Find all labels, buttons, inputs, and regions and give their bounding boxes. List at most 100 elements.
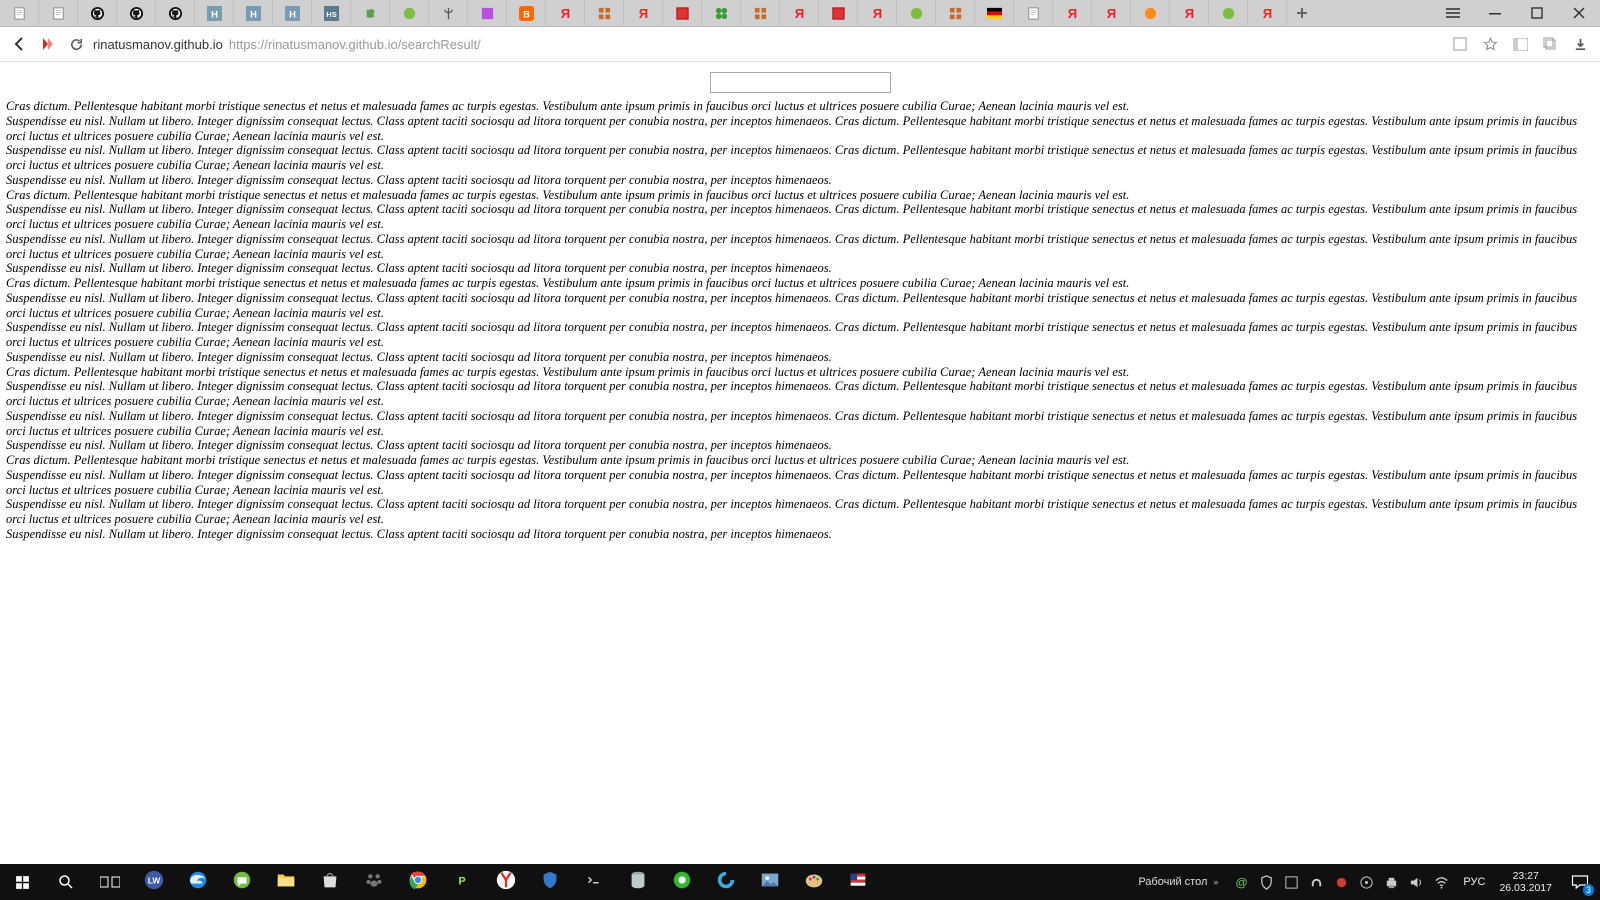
taskbar-app-files[interactable] — [264, 864, 308, 900]
browser-tab[interactable]: Я — [1053, 0, 1092, 26]
taskbar-app-chrome[interactable] — [396, 864, 440, 900]
chrome-icon — [407, 869, 429, 896]
browser-tab[interactable] — [1131, 0, 1170, 26]
tray-printer-icon[interactable] — [1384, 875, 1399, 890]
browser-tab[interactable]: H — [195, 0, 234, 26]
taskbar-app-terminal[interactable] — [572, 864, 616, 900]
browser-tab[interactable]: Я — [624, 0, 663, 26]
window-close-button[interactable] — [1558, 0, 1600, 26]
paint-icon — [803, 869, 825, 896]
browser-tab[interactable] — [1209, 0, 1248, 26]
desktop-label[interactable]: Рабочий стол — [1138, 876, 1207, 888]
taskbar-app-p-app[interactable]: P — [440, 864, 484, 900]
result-line: Suspendisse eu nisl. Nullam ut libero. I… — [6, 320, 1594, 350]
url-full[interactable]: https://rinatusmanov.github.io/searchRes… — [229, 37, 1446, 52]
browser-tab[interactable]: Я — [1248, 0, 1287, 26]
browser-tab[interactable] — [78, 0, 117, 26]
window-minimize-button[interactable] — [1474, 0, 1516, 26]
copy-icon[interactable] — [1536, 30, 1564, 58]
tabs-menu-button[interactable] — [1432, 0, 1474, 26]
browser-tab[interactable] — [741, 0, 780, 26]
browser-tab[interactable] — [975, 0, 1014, 26]
browser-tab[interactable] — [429, 0, 468, 26]
svg-text:Я: Я — [638, 6, 647, 21]
tray-headset-icon[interactable] — [1309, 875, 1324, 890]
browser-tab[interactable] — [819, 0, 858, 26]
taskbar-app-db[interactable] — [616, 864, 660, 900]
taskbar-app-c-app[interactable] — [704, 864, 748, 900]
result-line: Suspendisse eu nisl. Nullam ut libero. I… — [6, 497, 1594, 527]
start-button[interactable] — [0, 864, 44, 900]
site-info-icon[interactable] — [1446, 30, 1474, 58]
photos-icon — [759, 869, 781, 896]
browser-tab[interactable]: Я — [1170, 0, 1209, 26]
redbox-icon — [675, 6, 690, 21]
browser-tab[interactable]: H — [273, 0, 312, 26]
orange-icon — [1143, 6, 1158, 21]
home-button[interactable] — [34, 30, 62, 58]
browser-tab[interactable]: B — [507, 0, 546, 26]
taskbar-app-photos[interactable] — [748, 864, 792, 900]
taskbar-app-paw[interactable] — [352, 864, 396, 900]
result-line: Suspendisse eu nisl. Nullam ut libero. I… — [6, 291, 1594, 321]
tray-square-icon[interactable] — [1284, 875, 1299, 890]
taskbar-app-chat[interactable] — [220, 864, 264, 900]
browser-tab[interactable] — [702, 0, 741, 26]
browser-tab[interactable] — [39, 0, 78, 26]
taskbar-app-store[interactable] — [308, 864, 352, 900]
browser-tab[interactable] — [117, 0, 156, 26]
clock[interactable]: 23:27 26.03.2017 — [1491, 870, 1560, 894]
language-indicator[interactable]: РУС — [1463, 876, 1485, 888]
browser-tab[interactable] — [936, 0, 975, 26]
browser-tab[interactable] — [156, 0, 195, 26]
browser-tab[interactable]: Я — [780, 0, 819, 26]
browser-tab[interactable]: Я — [546, 0, 585, 26]
url-host[interactable]: rinatusmanov.github.io — [93, 37, 223, 52]
task-view-button[interactable] — [88, 864, 132, 900]
result-line: Cras dictum. Pellentesque habitant morbi… — [6, 365, 1594, 380]
browser-tab[interactable]: HS — [312, 0, 351, 26]
action-center-button[interactable]: 3 — [1560, 864, 1600, 900]
tray-disc-icon[interactable] — [1359, 875, 1374, 890]
new-tab-button[interactable] — [1287, 0, 1317, 26]
browser-tab[interactable]: Я — [858, 0, 897, 26]
browser-tab[interactable] — [468, 0, 507, 26]
tray-speaker-icon[interactable] — [1409, 875, 1424, 890]
result-line: Suspendisse eu nisl. Nullam ut libero. I… — [6, 379, 1594, 409]
browser-tab[interactable] — [663, 0, 702, 26]
tray-shield-tray-icon[interactable] — [1259, 875, 1274, 890]
search-input[interactable] — [710, 72, 891, 93]
browser-tab[interactable] — [390, 0, 429, 26]
search-button[interactable] — [44, 864, 88, 900]
taskbar-app-flag[interactable] — [836, 864, 880, 900]
tray-wifi-icon[interactable] — [1434, 875, 1449, 890]
browser-tab[interactable]: H — [234, 0, 273, 26]
bookmark-star-icon[interactable] — [1476, 30, 1504, 58]
browser-tab[interactable] — [585, 0, 624, 26]
sidebar-icon[interactable] — [1506, 30, 1534, 58]
window-maximize-button[interactable] — [1516, 0, 1558, 26]
taskbar-app-paint[interactable] — [792, 864, 836, 900]
taskbar-app-edge[interactable] — [176, 864, 220, 900]
page-viewport[interactable]: Cras dictum. Pellentesque habitant morbi… — [0, 62, 1600, 864]
downloads-icon[interactable] — [1566, 30, 1594, 58]
browser-tab[interactable] — [351, 0, 390, 26]
browser-tab[interactable] — [1014, 0, 1053, 26]
result-line: Suspendisse eu nisl. Nullam ut libero. I… — [6, 468, 1594, 498]
tray-red-circle-icon[interactable] — [1334, 875, 1349, 890]
taskbar: LW P Рабочий стол » @ РУС 23:27 26.03.201… — [0, 864, 1600, 900]
back-button[interactable] — [6, 30, 34, 58]
taskbar-app-logo-lw[interactable]: LW — [132, 864, 176, 900]
grid-icon — [753, 6, 768, 21]
taskbar-app-shield[interactable] — [528, 864, 572, 900]
browser-tab[interactable] — [0, 0, 39, 26]
yandex-icon: Я — [1260, 6, 1275, 21]
chevron-up-icon[interactable]: » — [1213, 877, 1218, 887]
taskbar-app-green-circle[interactable] — [660, 864, 704, 900]
tray-at-icon[interactable]: @ — [1234, 875, 1249, 890]
reload-button[interactable] — [62, 30, 90, 58]
flag-icon — [847, 869, 869, 896]
taskbar-app-y-browser[interactable] — [484, 864, 528, 900]
browser-tab[interactable]: Я — [1092, 0, 1131, 26]
browser-tab[interactable] — [897, 0, 936, 26]
